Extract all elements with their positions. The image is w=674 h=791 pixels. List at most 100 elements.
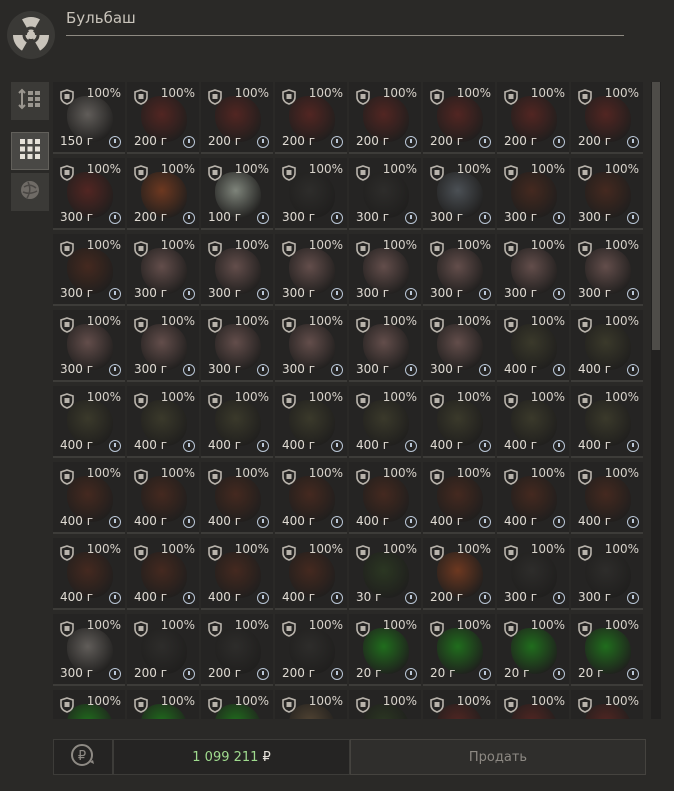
inventory-slot[interactable]: 100% 400 г — [497, 386, 569, 458]
inventory-slot[interactable]: 100% 400 г — [201, 386, 273, 458]
item-weight: 300 г — [134, 286, 168, 300]
inventory-slot[interactable]: 100% — [127, 690, 199, 719]
inventory-slot[interactable]: 100% 300 г — [497, 158, 569, 230]
inventory-slot[interactable]: 100% 300 г — [275, 310, 347, 382]
inventory-slot[interactable]: 100% 400 г — [571, 462, 643, 534]
inventory-slot[interactable]: 100% 300 г — [349, 158, 421, 230]
inventory-slot[interactable]: 100% 200 г — [201, 82, 273, 154]
inventory-slot[interactable]: 100% — [275, 690, 347, 719]
inventory-slot[interactable]: 100% 400 г — [497, 310, 569, 382]
inventory-slot[interactable]: 100% 200 г — [423, 82, 495, 154]
inventory-slot[interactable]: 100% — [497, 690, 569, 719]
item-durability: 100% — [530, 466, 565, 480]
item-durability: 100% — [308, 542, 343, 556]
protection-shield-icon — [134, 165, 148, 185]
inventory-slot[interactable]: 100% 300 г — [201, 310, 273, 382]
inventory-slot[interactable]: 100% 300 г — [571, 538, 643, 610]
inventory-slot[interactable]: 100% 400 г — [497, 462, 569, 534]
inventory-slot[interactable]: 100% 400 г — [201, 462, 273, 534]
inventory-slot[interactable]: 100% — [423, 690, 495, 719]
protection-shield-icon — [578, 393, 592, 413]
inventory-slot[interactable]: 100% 300 г — [201, 234, 273, 306]
protection-shield-icon — [356, 89, 370, 109]
item-durability: 100% — [86, 238, 121, 252]
inventory-slot[interactable]: 100% 300 г — [53, 158, 125, 230]
inventory-slot[interactable]: 100% 200 г — [497, 82, 569, 154]
inventory-slot[interactable]: 100% 400 г — [349, 462, 421, 534]
inventory-slot[interactable]: 100% 30 г — [349, 538, 421, 610]
inventory-slot[interactable]: 100% 200 г — [201, 614, 273, 686]
inventory-slot[interactable]: 100% 300 г — [275, 234, 347, 306]
inventory-slot[interactable]: 100% 200 г — [423, 538, 495, 610]
inventory-slot[interactable]: 100% 20 г — [571, 614, 643, 686]
inventory-slot[interactable]: 100% 200 г — [275, 614, 347, 686]
grid-view-button[interactable] — [11, 132, 49, 170]
inventory-slot[interactable]: 100% 20 г — [497, 614, 569, 686]
inventory-slot[interactable]: 100% 400 г — [53, 538, 125, 610]
inventory-slot[interactable]: 100% — [571, 690, 643, 719]
item-durability: 100% — [382, 466, 417, 480]
inventory-slot[interactable]: 100% — [53, 690, 125, 719]
inventory-slot[interactable]: 100% 300 г — [127, 234, 199, 306]
inventory-slot[interactable]: 100% 300 г — [53, 234, 125, 306]
inventory-slot[interactable]: 100% 100 г — [201, 158, 273, 230]
inventory-slot[interactable]: 100% 400 г — [423, 462, 495, 534]
inventory-slot[interactable]: 100% 300 г — [53, 310, 125, 382]
currency-exchange-button[interactable]: ₽ — [53, 739, 113, 775]
protection-shield-icon — [430, 393, 444, 413]
clock-icon — [331, 212, 343, 224]
inventory-slot[interactable]: 100% 200 г — [349, 82, 421, 154]
sort-button[interactable] — [11, 82, 49, 120]
item-weight: 300 г — [60, 210, 94, 224]
inventory-slot[interactable]: 100% 300 г — [349, 310, 421, 382]
inventory-slot[interactable]: 100% 400 г — [349, 386, 421, 458]
inventory-slot[interactable]: 100% 300 г — [423, 234, 495, 306]
sell-button[interactable]: Продать — [350, 739, 646, 775]
inventory-slot[interactable]: 100% 400 г — [127, 538, 199, 610]
inventory-slot[interactable]: 100% 300 г — [127, 310, 199, 382]
inventory-slot[interactable]: 100% 300 г — [275, 158, 347, 230]
inventory-slot[interactable]: 100% 400 г — [275, 462, 347, 534]
protection-shield-icon — [430, 241, 444, 261]
inventory-slot[interactable]: 100% 300 г — [349, 234, 421, 306]
inventory-slot[interactable]: 100% 300 г — [497, 234, 569, 306]
inventory-slot[interactable]: 100% 200 г — [127, 82, 199, 154]
ruble-coin-icon: ₽ — [70, 742, 96, 772]
inventory-slot[interactable]: 100% 200 г — [571, 82, 643, 154]
protection-shield-icon — [208, 621, 222, 641]
inventory-slot[interactable]: 100% 300 г — [571, 234, 643, 306]
inventory-slot[interactable]: 100% 400 г — [127, 462, 199, 534]
artifact-filter-button[interactable] — [11, 173, 49, 211]
scrollbar-thumb[interactable] — [652, 82, 660, 350]
protection-shield-icon — [208, 165, 222, 185]
inventory-slot[interactable]: 100% 20 г — [423, 614, 495, 686]
inventory-slot[interactable]: 100% 300 г — [53, 614, 125, 686]
inventory-slot[interactable]: 100% 300 г — [571, 158, 643, 230]
inventory-slot[interactable]: 100% 400 г — [571, 310, 643, 382]
item-weight: 200 г — [430, 590, 464, 604]
inventory-slot[interactable]: 100% 200 г — [275, 82, 347, 154]
clock-icon — [405, 592, 417, 604]
protection-shield-icon — [208, 89, 222, 109]
protection-shield-icon — [60, 317, 74, 337]
inventory-slot[interactable]: 100% 400 г — [275, 538, 347, 610]
inventory-scrollbar[interactable] — [651, 82, 661, 719]
item-weight: 400 г — [282, 514, 316, 528]
inventory-slot[interactable]: 100% 400 г — [275, 386, 347, 458]
inventory-slot[interactable]: 100% 400 г — [53, 386, 125, 458]
inventory-slot[interactable]: 100% 150 г — [53, 82, 125, 154]
inventory-slot[interactable]: 100% 20 г — [349, 614, 421, 686]
inventory-slot[interactable]: 100% 400 г — [127, 386, 199, 458]
inventory-slot[interactable]: 100% 400 г — [53, 462, 125, 534]
inventory-slot[interactable]: 100% 300 г — [423, 310, 495, 382]
inventory-slot[interactable]: 100% 300 г — [423, 158, 495, 230]
inventory-slot[interactable]: 100% 400 г — [423, 386, 495, 458]
inventory-slot[interactable]: 100% 200 г — [127, 614, 199, 686]
inventory-slot[interactable]: 100% — [201, 690, 273, 719]
inventory-slot[interactable]: 100% 400 г — [201, 538, 273, 610]
inventory-slot[interactable]: 100% 300 г — [497, 538, 569, 610]
inventory-slot[interactable]: 100% 200 г — [127, 158, 199, 230]
inventory-slot[interactable]: 100% — [349, 690, 421, 719]
item-weight: 20 г — [578, 666, 604, 680]
inventory-slot[interactable]: 100% 400 г — [571, 386, 643, 458]
